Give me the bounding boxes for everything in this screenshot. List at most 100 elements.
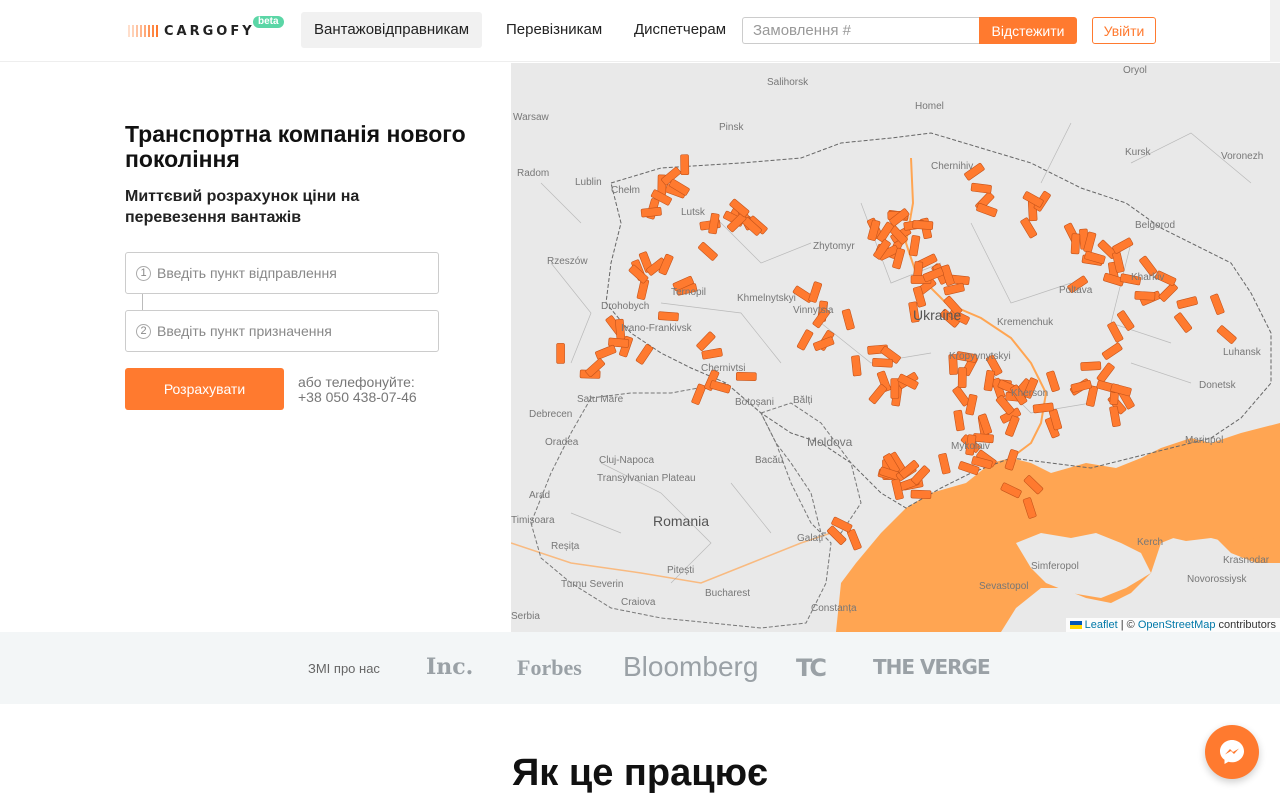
truck-marker-icon[interactable] xyxy=(696,331,716,351)
map-label: Luhansk xyxy=(1223,347,1262,358)
map-label: Kherson xyxy=(1011,388,1048,399)
map-label: Kropyvnytskyi xyxy=(949,351,1011,362)
truck-marker-icon[interactable] xyxy=(808,281,823,303)
leaflet-link[interactable]: Leaflet xyxy=(1085,619,1118,631)
truck-marker-icon[interactable] xyxy=(1107,321,1124,343)
nav-shippers[interactable]: Вантажовідправникам xyxy=(301,12,483,48)
map-label: Kerch xyxy=(1137,537,1163,548)
beta-badge: beta xyxy=(253,16,284,28)
origin-input[interactable] xyxy=(157,253,432,293)
map-label: Khmelnytskyi xyxy=(737,293,796,304)
truck-marker-icon[interactable] xyxy=(912,220,934,230)
truck-marker-icon[interactable] xyxy=(938,453,951,475)
map-label: Debrecen xyxy=(529,409,572,420)
map-canvas[interactable]: Warsaw Radom Lublin Chełm Rzeszów Drohob… xyxy=(511,63,1280,632)
map-label: Transylvanian Plateau xyxy=(597,473,696,484)
truck-marker-icon[interactable] xyxy=(1134,291,1156,301)
calculate-button[interactable]: Розрахувати xyxy=(125,368,284,410)
truck-marker-icon[interactable] xyxy=(698,242,718,261)
map-label: Sevastopol xyxy=(979,581,1028,592)
truck-marker-icon[interactable] xyxy=(910,489,932,499)
truck-marker-icon[interactable] xyxy=(640,207,662,218)
truck-marker-icon[interactable] xyxy=(1210,293,1225,316)
truck-marker-icon[interactable] xyxy=(970,182,992,194)
map-label: Ivano-Frankivsk xyxy=(621,323,693,334)
truck-marker-icon[interactable] xyxy=(841,308,855,331)
truck-marker-icon[interactable] xyxy=(909,235,921,257)
truck-marker-icon[interactable] xyxy=(796,329,814,351)
truck-marker-icon[interactable] xyxy=(1174,312,1193,333)
truck-marker-icon[interactable] xyxy=(890,378,900,399)
nav-carriers[interactable]: Перевізникам xyxy=(493,12,615,48)
map-label: Kremenchuk xyxy=(997,317,1054,328)
truck-marker-icon[interactable] xyxy=(635,344,654,365)
map-label: Vinnytsia xyxy=(793,305,834,316)
map-label: Warsaw xyxy=(513,112,550,123)
truck-marker-icon[interactable] xyxy=(872,358,893,368)
truck-marker-icon[interactable] xyxy=(1070,233,1081,255)
phone-number[interactable]: +38 050 438-07-46 xyxy=(298,390,417,405)
media-strip: ЗМІ про нас Inc. Forbes Bloomberg TC THE… xyxy=(0,632,1280,704)
osm-link[interactable]: OpenStreetMap xyxy=(1138,619,1216,631)
ukraine-flag-icon xyxy=(1069,621,1082,629)
map-label: Salihorsk xyxy=(767,77,809,88)
map-label: Krasnodar xyxy=(1223,555,1270,566)
map-label: Botoșani xyxy=(735,397,774,408)
messenger-chat-button[interactable] xyxy=(1205,725,1259,779)
map-label: Galați xyxy=(797,533,823,544)
forbes-logo: Forbes xyxy=(517,655,582,680)
track-button[interactable]: Відстежити xyxy=(979,17,1077,44)
truck-marker-icon[interactable] xyxy=(708,213,720,235)
truck-marker-icon[interactable] xyxy=(1101,342,1123,360)
the-verge-logo: THE VERGE xyxy=(873,655,991,679)
truck-marker-icon[interactable] xyxy=(709,380,731,394)
map-label: Pinsk xyxy=(719,122,744,133)
how-it-works-title: Як це працює xyxy=(511,752,769,794)
login-button[interactable]: Увійти xyxy=(1092,17,1156,44)
map-label: Oryol xyxy=(1123,65,1147,76)
truck-marker-icon[interactable] xyxy=(1158,282,1178,302)
truck-marker-icon[interactable] xyxy=(953,409,965,432)
truck-marker-icon[interactable] xyxy=(1176,296,1198,309)
truck-marker-icon[interactable] xyxy=(1117,310,1135,331)
truck-marker-icon[interactable] xyxy=(680,154,690,176)
map-label: Chełm xyxy=(611,185,640,196)
truck-marker-icon[interactable] xyxy=(983,370,995,392)
navbar: CARGOFY beta Вантажовідправникам Перевіз… xyxy=(0,0,1280,62)
truck-marker-icon[interactable] xyxy=(1080,361,1102,371)
truck-marker-icon[interactable] xyxy=(556,343,565,364)
truck-marker-icon[interactable] xyxy=(1216,325,1237,344)
scrollbar[interactable] xyxy=(1270,0,1280,62)
map-label: Bălți xyxy=(793,395,812,406)
order-tracking-input[interactable] xyxy=(742,17,980,44)
destination-number-badge: 2 xyxy=(136,324,151,339)
destination-field[interactable]: 2 xyxy=(125,310,439,352)
map-label: Oradea xyxy=(545,437,579,448)
map-label: Bucharest xyxy=(705,588,750,599)
nav-dispatchers[interactable]: Диспетчерам xyxy=(621,12,739,48)
truck-marker-icon[interactable] xyxy=(957,367,967,388)
map-label: Kharkiv xyxy=(1131,272,1164,283)
map-label: Chernivtsi xyxy=(701,363,745,374)
messenger-icon xyxy=(1220,740,1244,764)
truck-marker-icon[interactable] xyxy=(691,383,707,406)
truck-marker-icon[interactable] xyxy=(701,347,723,360)
origin-number-badge: 1 xyxy=(136,266,151,281)
map-label: Reșița xyxy=(551,541,580,552)
truck-marker-icon[interactable] xyxy=(868,384,887,405)
logo[interactable]: CARGOFY beta xyxy=(128,16,284,44)
shipments-map[interactable]: Warsaw Radom Lublin Chełm Rzeszów Drohob… xyxy=(511,63,1280,632)
truck-marker-icon[interactable] xyxy=(1112,237,1134,254)
destination-input[interactable] xyxy=(157,311,432,351)
truck-marker-icon[interactable] xyxy=(657,311,679,322)
truck-marker-icon[interactable] xyxy=(595,344,617,360)
map-label: Poltava xyxy=(1059,285,1093,296)
truck-marker-icon[interactable] xyxy=(851,355,862,377)
hero-title: Транспортна компанія нового покоління xyxy=(125,121,466,172)
map-label: Zhytomyr xyxy=(813,241,855,252)
map-label: Mariupol xyxy=(1185,435,1223,446)
map-label: Drohobych xyxy=(601,301,649,312)
origin-field[interactable]: 1 xyxy=(125,252,439,294)
map-label: Turnu Severin xyxy=(561,579,623,590)
map-label: Moldova xyxy=(807,435,853,449)
